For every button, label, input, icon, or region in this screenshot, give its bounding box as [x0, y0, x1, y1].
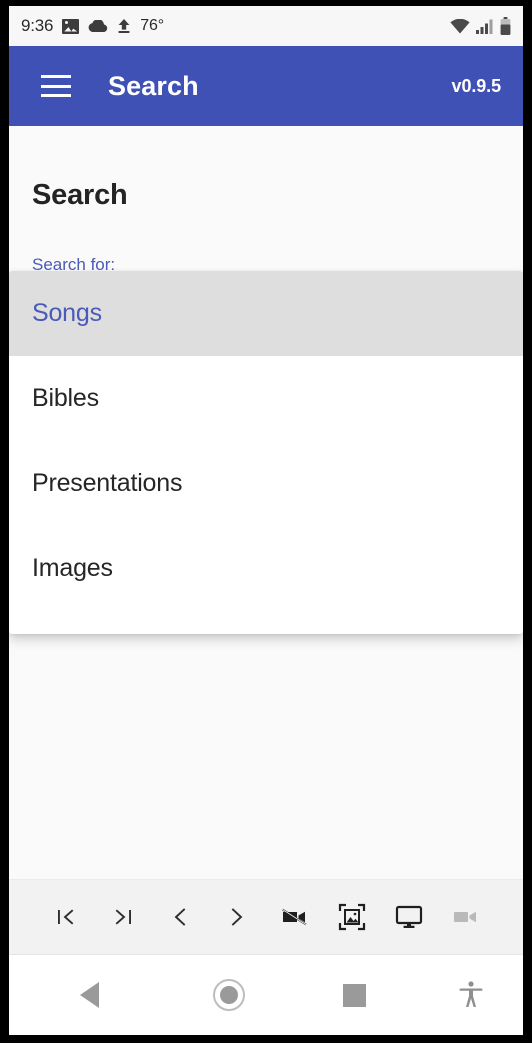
videocam-icon	[444, 895, 488, 939]
battery-icon	[500, 17, 511, 35]
hamburger-bar-1	[41, 75, 71, 78]
videocam-off-icon[interactable]	[273, 895, 317, 939]
android-navigation-bar	[9, 955, 523, 1035]
bottom-toolbar	[9, 879, 523, 955]
page-content: Search Search for: Songs Bibles Presenta…	[9, 126, 523, 1035]
cloud-icon	[88, 19, 108, 33]
menu-option-songs[interactable]: Songs	[9, 271, 523, 356]
wifi-icon	[450, 18, 470, 34]
next-page-icon[interactable]	[215, 895, 259, 939]
android-home-icon[interactable]	[169, 955, 289, 1035]
upload-icon	[117, 18, 131, 34]
last-page-icon[interactable]	[101, 895, 145, 939]
phone-screen: 9:36 76° Search v0.9.5 Search Search for…	[9, 6, 523, 1035]
hamburger-menu-icon[interactable]	[41, 75, 71, 97]
device-frame: 9:36 76° Search v0.9.5 Search Search for…	[0, 0, 532, 1043]
hamburger-bar-2	[41, 84, 71, 88]
status-temperature: 76°	[140, 17, 164, 34]
accessibility-icon[interactable]	[419, 955, 523, 1035]
android-recents-icon[interactable]	[289, 955, 419, 1035]
home-circle-fill	[220, 986, 238, 1004]
first-page-icon[interactable]	[44, 895, 88, 939]
cellular-signal-icon	[476, 19, 494, 34]
menu-option-label: Presentations	[32, 469, 183, 497]
add-photo-frame-icon[interactable]	[330, 895, 374, 939]
home-circle	[213, 979, 245, 1011]
menu-option-images[interactable]: Images	[9, 526, 523, 611]
status-clock: 9:36	[21, 16, 54, 35]
hamburger-bar-3	[41, 94, 71, 97]
search-type-dropdown-menu[interactable]: Songs Bibles Presentations Images	[9, 271, 523, 634]
menu-option-label: Images	[32, 554, 113, 582]
menu-option-bibles[interactable]: Bibles	[9, 356, 523, 441]
page-title: Search	[32, 179, 128, 211]
photo-icon	[62, 18, 80, 34]
status-bar: 9:36 76°	[9, 6, 523, 46]
app-bar: Search v0.9.5	[9, 46, 523, 126]
app-bar-title: Search	[108, 70, 199, 101]
status-bar-right	[450, 17, 511, 35]
menu-option-label: Bibles	[32, 384, 99, 412]
desktop-monitor-icon[interactable]	[387, 895, 431, 939]
menu-option-label: Songs	[32, 299, 102, 327]
android-back-icon[interactable]	[9, 955, 169, 1035]
back-triangle	[79, 982, 99, 1008]
previous-page-icon[interactable]	[158, 895, 202, 939]
app-version-label: v0.9.5	[451, 75, 502, 96]
menu-option-presentations[interactable]: Presentations	[9, 441, 523, 526]
recents-square	[342, 983, 366, 1007]
status-bar-left: 9:36 76°	[21, 16, 450, 36]
